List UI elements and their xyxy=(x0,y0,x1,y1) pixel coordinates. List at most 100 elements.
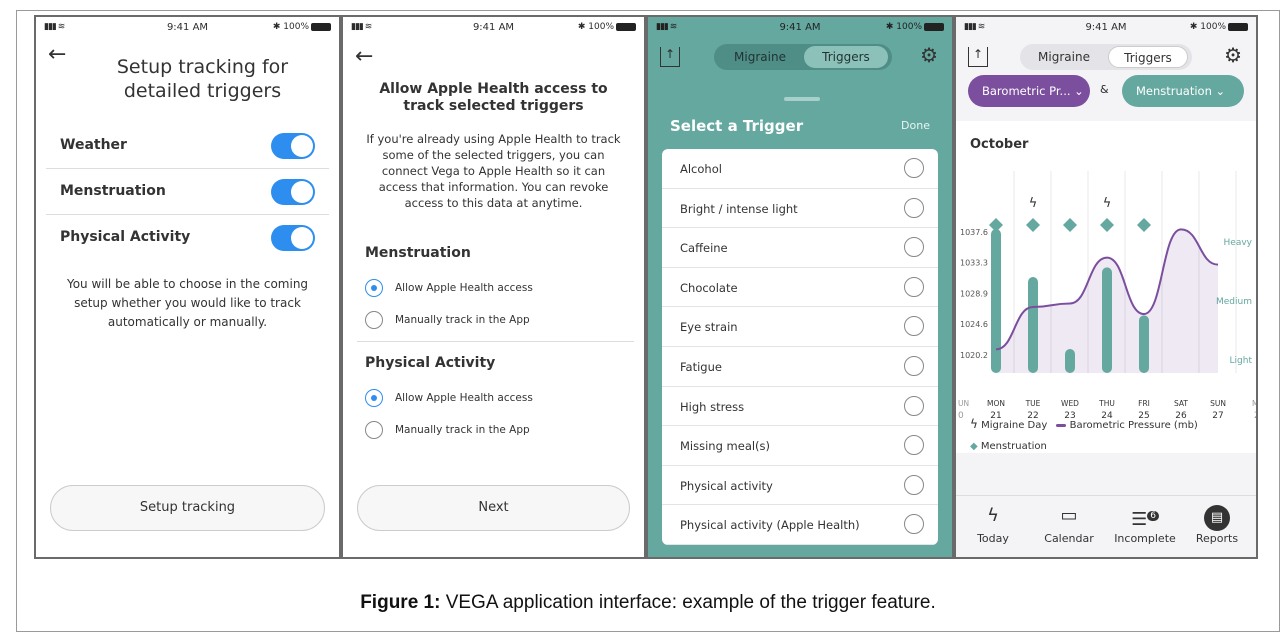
radio-selected-icon[interactable] xyxy=(365,389,383,407)
radio-empty-icon[interactable] xyxy=(365,311,383,329)
x-tick-day: MO xyxy=(1252,399,1258,408)
setup-tracking-button[interactable]: Setup tracking xyxy=(50,485,325,531)
menstruation-toggle[interactable] xyxy=(271,179,315,205)
radio-label: Manually track in the App xyxy=(395,424,530,436)
physical-activity-toggle[interactable] xyxy=(271,225,315,251)
done-button[interactable]: Done xyxy=(901,119,930,132)
status-bar: ▮▮▮ ≋ 9:41 AM ✱ 100% xyxy=(343,17,644,39)
intensity-label: Light xyxy=(1230,356,1253,366)
battery-icon: ✱ 100% xyxy=(886,22,944,32)
toggle-label: Weather xyxy=(60,137,127,153)
phone-screen-select-trigger: ▮▮▮ ≋ 9:41 AM ✱ 100% ↑ Migraine Triggers… xyxy=(646,15,954,559)
lightning-icon: ϟ xyxy=(987,505,999,526)
radio-empty-icon[interactable] xyxy=(904,276,924,297)
menstruation-bar xyxy=(1102,267,1112,373)
radio-empty-icon[interactable] xyxy=(904,395,924,416)
y-tick-label: 1028.9 xyxy=(960,290,988,299)
trigger-item[interactable]: Eye strain xyxy=(662,307,938,347)
gear-icon[interactable]: ⚙ xyxy=(920,43,938,67)
trigger-label: Chocolate xyxy=(680,280,738,295)
toggle-row-menstruation[interactable]: Menstruation xyxy=(46,169,329,215)
back-arrow-icon[interactable]: ← xyxy=(48,44,66,66)
next-button[interactable]: Next xyxy=(357,485,630,531)
phone-screen-setup-tracking: ▮▮▮ ≋ 9:41 AM ✱ 100% ← Setup tracking fo… xyxy=(34,15,341,559)
trigger-item[interactable]: Alcohol xyxy=(662,149,938,189)
toggle-label: Physical Activity xyxy=(60,229,191,245)
radio-empty-icon[interactable] xyxy=(904,237,924,258)
trigger-label: Fatigue xyxy=(680,359,722,374)
trigger-item[interactable]: Fatigue xyxy=(662,347,938,387)
trigger-chart: 1037.6 1033.3 1028.9 1024.6 1020.2 Heavy Mediu… xyxy=(958,171,1258,421)
share-icon[interactable]: ↑ xyxy=(660,47,680,67)
battery-icon: ✱ 100% xyxy=(1190,22,1248,32)
toggle-row-weather[interactable]: Weather xyxy=(46,123,329,169)
weather-toggle[interactable] xyxy=(271,133,315,159)
share-icon[interactable]: ↑ xyxy=(968,47,988,67)
tab-calendar[interactable]: ▭ Calendar xyxy=(1034,500,1104,545)
sheet-title: Select a Trigger xyxy=(670,117,804,135)
radio-label: Manually track in the App xyxy=(395,314,530,326)
x-tick-day: SUN xyxy=(1210,399,1226,408)
tab-incomplete[interactable]: ☰ 6 Incomplete xyxy=(1110,500,1180,545)
radio-empty-icon[interactable] xyxy=(904,316,924,337)
reports-icon: ▤ xyxy=(1182,500,1252,532)
tab-triggers[interactable]: Triggers xyxy=(804,46,888,68)
lightning-icon: ϟ xyxy=(970,417,978,431)
toggle-row-physical-activity[interactable]: Physical Activity xyxy=(46,215,329,261)
menstruation-diamond xyxy=(989,218,1003,232)
x-tick-date: 27 xyxy=(1212,411,1223,421)
menstruation-bar xyxy=(1139,315,1149,373)
trigger-item[interactable]: Caffeine xyxy=(662,228,938,268)
radio-empty-icon[interactable] xyxy=(904,355,924,376)
apple-health-description: If you're already using Apple Health to … xyxy=(366,132,621,210)
status-bar: ▮▮▮ ≋ 9:41 AM ✱ 100% xyxy=(956,17,1256,39)
intensity-label: Medium xyxy=(1216,297,1252,307)
tab-reports[interactable]: ▤ Reports xyxy=(1182,500,1252,545)
menstruation-diamond xyxy=(1137,218,1151,232)
gear-icon[interactable]: ⚙ xyxy=(1224,43,1242,67)
trigger-label: High stress xyxy=(680,399,745,414)
x-tick-day: THU xyxy=(1098,399,1115,408)
back-arrow-icon[interactable]: ← xyxy=(355,46,373,68)
trigger-item[interactable]: High stress xyxy=(662,387,938,427)
radio-empty-icon[interactable] xyxy=(365,421,383,439)
menstruation-bar xyxy=(1028,277,1038,373)
trigger-item[interactable]: Physical activity xyxy=(662,466,938,506)
radio-selected-icon[interactable] xyxy=(365,279,383,297)
menstruation-diamond xyxy=(1026,218,1040,232)
section-menstruation: Menstruation xyxy=(365,245,471,261)
y-tick-label: 1024.6 xyxy=(960,320,988,329)
migraine-lightning-icon: ϟ xyxy=(1029,196,1038,211)
incomplete-badge: 6 xyxy=(1147,511,1159,521)
trigger-label: Missing meal(s) xyxy=(680,439,771,454)
x-tick-date: 0 xyxy=(958,411,964,421)
x-tick-day: FRI xyxy=(1138,399,1150,408)
menstruation-chip[interactable]: Menstruation ⌄ xyxy=(1122,75,1244,107)
radio-empty-icon[interactable] xyxy=(904,435,924,456)
trigger-list: Alcohol Bright / intense light Caffeine Cho… xyxy=(662,149,938,545)
radio-empty-icon[interactable] xyxy=(904,158,924,178)
divider xyxy=(357,341,634,342)
tab-today[interactable]: ϟ Today xyxy=(958,500,1028,545)
tab-migraine[interactable]: Migraine xyxy=(718,46,802,68)
segmented-control: Migraine Triggers xyxy=(714,44,892,70)
trigger-item[interactable]: Missing meal(s) xyxy=(662,426,938,466)
sheet-drag-handle[interactable] xyxy=(784,97,820,101)
barometric-pressure-chip[interactable]: Barometric Pr... ⌄ xyxy=(968,75,1090,107)
phone-screen-apple-health: ▮▮▮ ≋ 9:41 AM ✱ 100% ← Allow Apple Healt… xyxy=(341,15,646,559)
radio-label: Allow Apple Health access xyxy=(395,392,533,404)
trigger-item[interactable]: Physical activity (Apple Health) xyxy=(662,505,938,545)
trigger-label: Eye strain xyxy=(680,320,738,335)
menstruation-bar xyxy=(1065,349,1075,373)
x-tick-day: WED xyxy=(1061,399,1079,408)
trigger-item[interactable]: Chocolate xyxy=(662,268,938,308)
diamond-icon: ◆ xyxy=(970,441,978,452)
x-tick-day: MON xyxy=(987,399,1005,408)
tab-triggers[interactable]: Triggers xyxy=(1108,46,1188,68)
radio-empty-icon[interactable] xyxy=(904,514,924,535)
tab-migraine[interactable]: Migraine xyxy=(1024,46,1104,68)
radio-empty-icon[interactable] xyxy=(904,197,924,218)
trigger-item[interactable]: Bright / intense light xyxy=(662,189,938,229)
menstruation-diamond xyxy=(1063,218,1077,232)
radio-empty-icon[interactable] xyxy=(904,474,924,495)
